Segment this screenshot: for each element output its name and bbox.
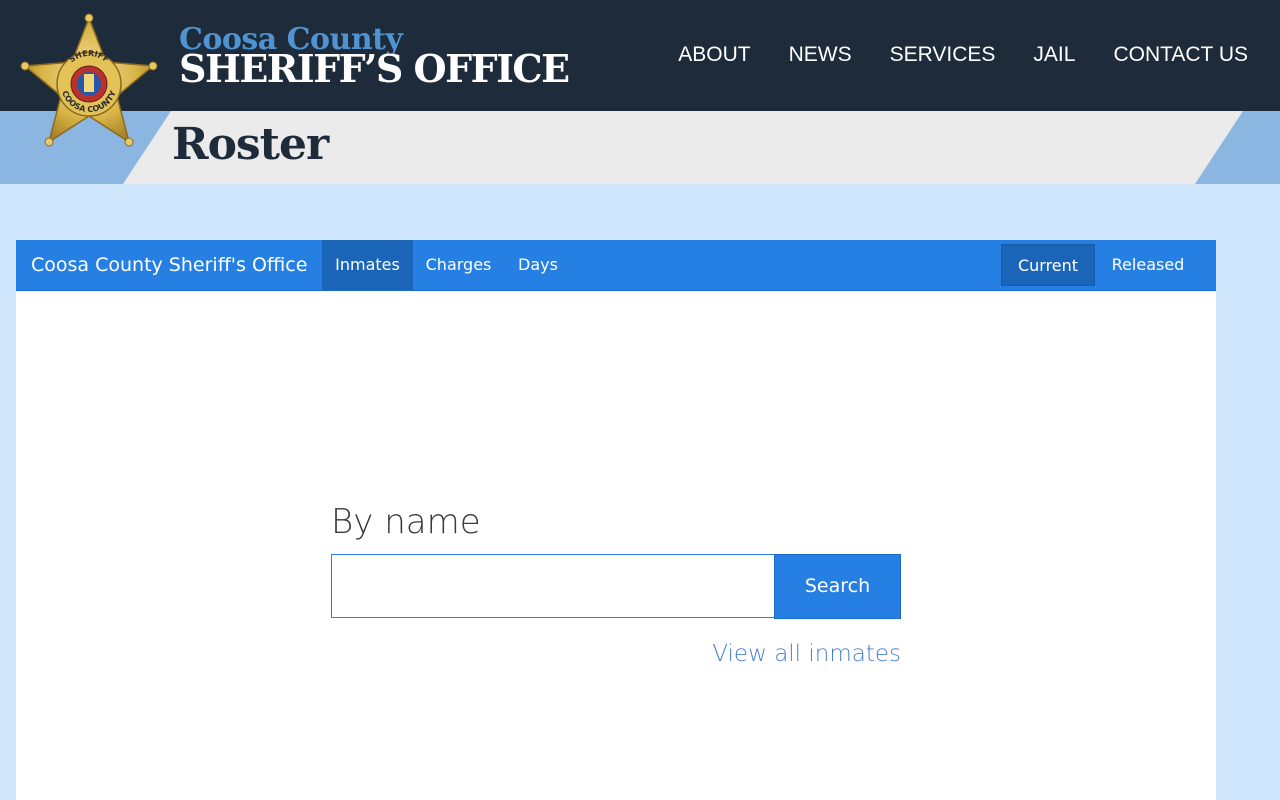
sheriff-star-badge-icon[interactable]: SHERIFF COOSA COUNTY	[16, 10, 162, 156]
site-header: Coosa County SHERIFF’S OFFICE ABOUT NEWS…	[0, 0, 1280, 112]
roster-app: Coosa County Sheriff's Office Inmates Ch…	[16, 240, 1216, 800]
nav-contact-us[interactable]: CONTACT US	[1113, 40, 1248, 70]
nav-services[interactable]: SERVICES	[890, 40, 996, 70]
search-by-name-label: By name	[331, 502, 481, 542]
tab-inmates[interactable]: Inmates	[322, 240, 413, 290]
roster-brand[interactable]: Coosa County Sheriff's Office	[31, 240, 307, 290]
filter-current-button[interactable]: Current	[1001, 244, 1095, 286]
view-all-inmates-link[interactable]: View all inmates	[712, 638, 901, 670]
nav-about[interactable]: ABOUT	[678, 40, 750, 70]
tab-charges[interactable]: Charges	[413, 240, 504, 290]
brand-office-name[interactable]: SHERIFF’S OFFICE	[179, 48, 570, 90]
search-button[interactable]: Search	[774, 554, 901, 619]
nav-news[interactable]: NEWS	[789, 40, 852, 70]
nav-jail[interactable]: JAIL	[1033, 40, 1075, 70]
page-title: Roster	[172, 119, 329, 170]
name-search-input[interactable]	[331, 554, 775, 618]
roster-navbar: Coosa County Sheriff's Office Inmates Ch…	[16, 240, 1216, 291]
tab-days[interactable]: Days	[504, 240, 572, 290]
main-nav: ABOUT NEWS SERVICES JAIL CONTACT US	[640, 40, 1248, 70]
filter-released-button[interactable]: Released	[1097, 244, 1199, 286]
